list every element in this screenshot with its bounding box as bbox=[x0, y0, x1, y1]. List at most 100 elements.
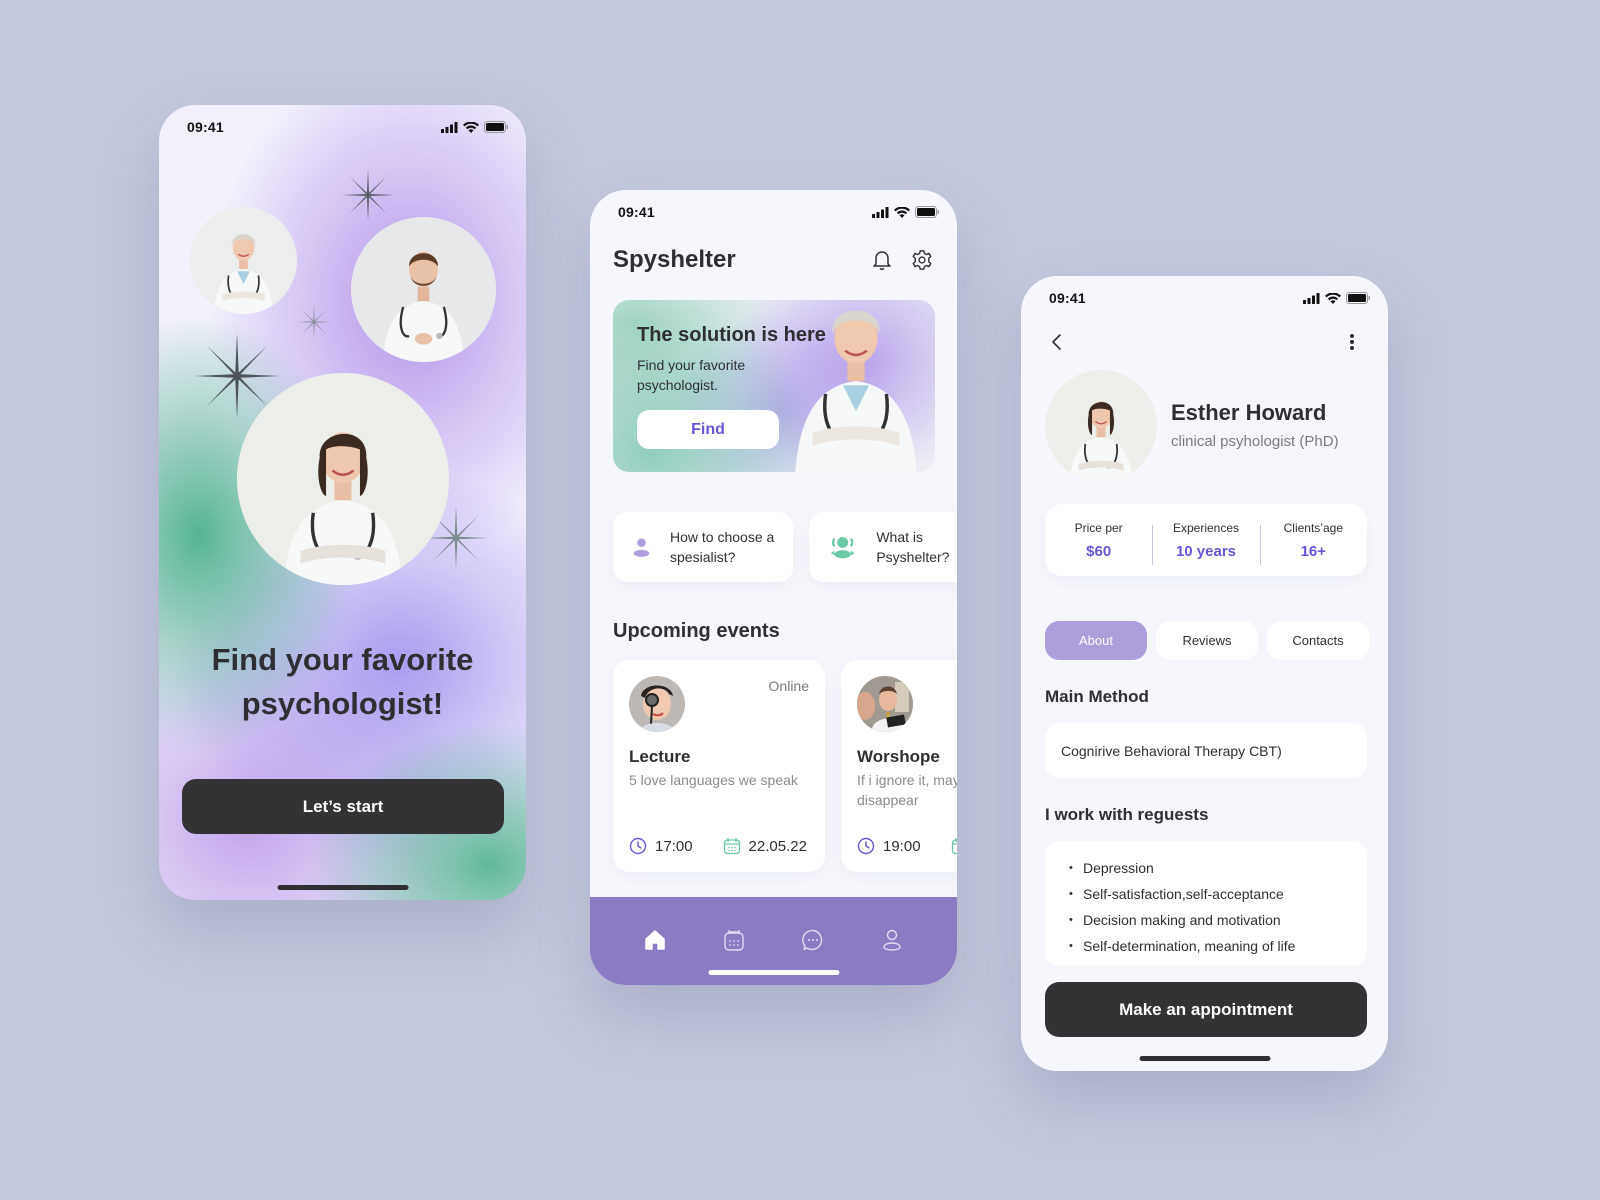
tab-about[interactable]: About bbox=[1045, 621, 1147, 660]
home-screen: 09:41 Spyshelter The solution is here Fi… bbox=[590, 190, 957, 985]
chat-icon bbox=[802, 929, 823, 951]
event-card[interactable]: Worshope If i ignore it, maybe it will d… bbox=[841, 660, 957, 872]
wifi-icon bbox=[1325, 292, 1341, 304]
event-host-photo bbox=[857, 676, 913, 732]
requests-list: Depression Self-satisfaction,self-accept… bbox=[1045, 841, 1367, 966]
sparkle-icon bbox=[342, 167, 394, 223]
quick-links: How to choose a spesialist? What is Psys… bbox=[613, 512, 957, 582]
event-host-photo bbox=[629, 676, 685, 732]
wifi-icon bbox=[463, 121, 479, 133]
gear-icon[interactable] bbox=[910, 248, 934, 272]
event-meta: 17:00 22.05.22 bbox=[629, 837, 807, 855]
stat-experience: Experiences 10 years bbox=[1152, 520, 1259, 565]
more-options-icon[interactable] bbox=[1340, 330, 1364, 354]
event-time: 17:00 bbox=[655, 837, 693, 855]
stat-price: Price per $60 bbox=[1045, 521, 1152, 560]
main-method-title: Main Method bbox=[1045, 687, 1149, 706]
event-meta: 19:00 bbox=[857, 837, 957, 855]
sparkle-icon bbox=[297, 305, 331, 339]
event-title: Worshope bbox=[857, 747, 940, 766]
battery-icon bbox=[1346, 292, 1370, 304]
header-actions bbox=[870, 248, 934, 272]
event-time: 19:00 bbox=[883, 837, 921, 855]
home-indicator bbox=[1139, 1056, 1270, 1061]
doctor-photo bbox=[237, 373, 449, 585]
stat-label: Clients’age bbox=[1283, 520, 1343, 535]
request-item: Depression bbox=[1069, 855, 1367, 881]
stat-value: $60 bbox=[1086, 542, 1112, 560]
profile-screen: 09:41 Esther Howard clinical psyhologist… bbox=[1021, 276, 1388, 1071]
quick-link-choose-specialist[interactable]: How to choose a spesialist? bbox=[613, 512, 793, 582]
signal-icon bbox=[1303, 292, 1320, 304]
battery-icon bbox=[915, 206, 939, 218]
hero-title-line: Find your favorite bbox=[211, 642, 474, 677]
find-button[interactable]: Find bbox=[637, 410, 779, 449]
doctor-photo bbox=[190, 207, 297, 314]
request-item: Self-satisfaction,self-acceptance bbox=[1069, 881, 1367, 907]
calendar-icon bbox=[724, 930, 744, 951]
bell-icon[interactable] bbox=[870, 248, 894, 272]
main-method-value: Cognirive Behavioral Therapy CBT) bbox=[1045, 723, 1367, 778]
status-time: 09:41 bbox=[187, 119, 224, 135]
profile-avatar bbox=[1045, 370, 1157, 482]
calendar-icon bbox=[951, 838, 957, 855]
banner-subtitle: Find your favorite psychologist. bbox=[637, 357, 746, 393]
app-title: Spyshelter bbox=[613, 246, 736, 273]
quick-link-label: What is Psyshelter? bbox=[876, 529, 950, 565]
signal-icon bbox=[872, 206, 889, 218]
clock-icon bbox=[857, 837, 875, 855]
status-icons bbox=[872, 206, 940, 218]
tab-home[interactable] bbox=[640, 925, 670, 955]
nav-row bbox=[1045, 330, 1364, 354]
profile-icon bbox=[883, 929, 902, 951]
quick-link-what-is[interactable]: What is Psyshelter? bbox=[809, 512, 957, 582]
stat-label: Experiences bbox=[1172, 520, 1240, 535]
calendar-icon bbox=[723, 838, 740, 855]
app-header: Spyshelter bbox=[613, 242, 934, 278]
home-indicator bbox=[708, 970, 839, 975]
event-date: 22.05.22 bbox=[748, 837, 807, 855]
profile-role: clinical psyhologist (PhD) bbox=[1171, 433, 1339, 450]
tab-reviews[interactable]: Reviews bbox=[1156, 621, 1258, 660]
profile-name: Esther Howard bbox=[1171, 400, 1327, 425]
event-mode: Online bbox=[768, 678, 809, 694]
request-item: Decision making and motivation bbox=[1069, 907, 1367, 933]
make-appointment-button[interactable]: Make an appointment bbox=[1045, 982, 1367, 1037]
status-icons bbox=[441, 121, 509, 133]
status-time: 09:41 bbox=[618, 204, 655, 220]
promo-banner: The solution is here Find your favorite … bbox=[613, 300, 935, 472]
wifi-icon bbox=[894, 206, 910, 218]
tab-chat[interactable] bbox=[798, 925, 828, 955]
status-bar: 09:41 bbox=[159, 105, 526, 149]
event-description: 5 love languages we speak bbox=[629, 772, 798, 788]
stat-label: Price per bbox=[1074, 520, 1123, 535]
battery-icon bbox=[484, 121, 508, 133]
quick-link-label: How to choose a spesialist? bbox=[670, 529, 775, 565]
onboarding-screen: 09:41 Find your favorite psychologist! L… bbox=[159, 105, 526, 900]
lets-start-button[interactable]: Let’s start bbox=[182, 779, 504, 834]
tab-calendar[interactable] bbox=[719, 925, 749, 955]
stat-value: 10 years bbox=[1175, 542, 1237, 560]
home-icon bbox=[644, 930, 665, 950]
hero-title-line: psychologist! bbox=[241, 686, 444, 721]
back-icon[interactable] bbox=[1045, 330, 1069, 354]
requests-title: I work with reguests bbox=[1045, 805, 1209, 824]
stats-card: Price per $60 Experiences 10 years Clien… bbox=[1045, 504, 1367, 576]
home-indicator bbox=[277, 885, 408, 890]
status-time: 09:41 bbox=[1049, 290, 1086, 306]
tab-contacts[interactable]: Contacts bbox=[1267, 621, 1369, 660]
tab-profile[interactable] bbox=[877, 925, 907, 955]
doctor-photo bbox=[795, 310, 917, 472]
stat-clients-age: Clients’age 16+ bbox=[1259, 520, 1367, 565]
clock-icon bbox=[629, 837, 647, 855]
event-title: Lecture bbox=[629, 747, 691, 766]
person-icon bbox=[633, 538, 650, 557]
status-bar: 09:41 bbox=[590, 190, 957, 234]
doctor-photo bbox=[351, 217, 496, 362]
status-icons bbox=[1303, 292, 1371, 304]
event-card[interactable]: Online Lecture 5 love languages we speak… bbox=[613, 660, 825, 872]
signal-icon bbox=[441, 121, 458, 133]
events-list: Online Lecture 5 love languages we speak… bbox=[613, 660, 957, 872]
profile-tabs: About Reviews Contacts bbox=[1045, 621, 1369, 660]
event-description: If i ignore it, maybe it will disappear bbox=[857, 772, 957, 808]
